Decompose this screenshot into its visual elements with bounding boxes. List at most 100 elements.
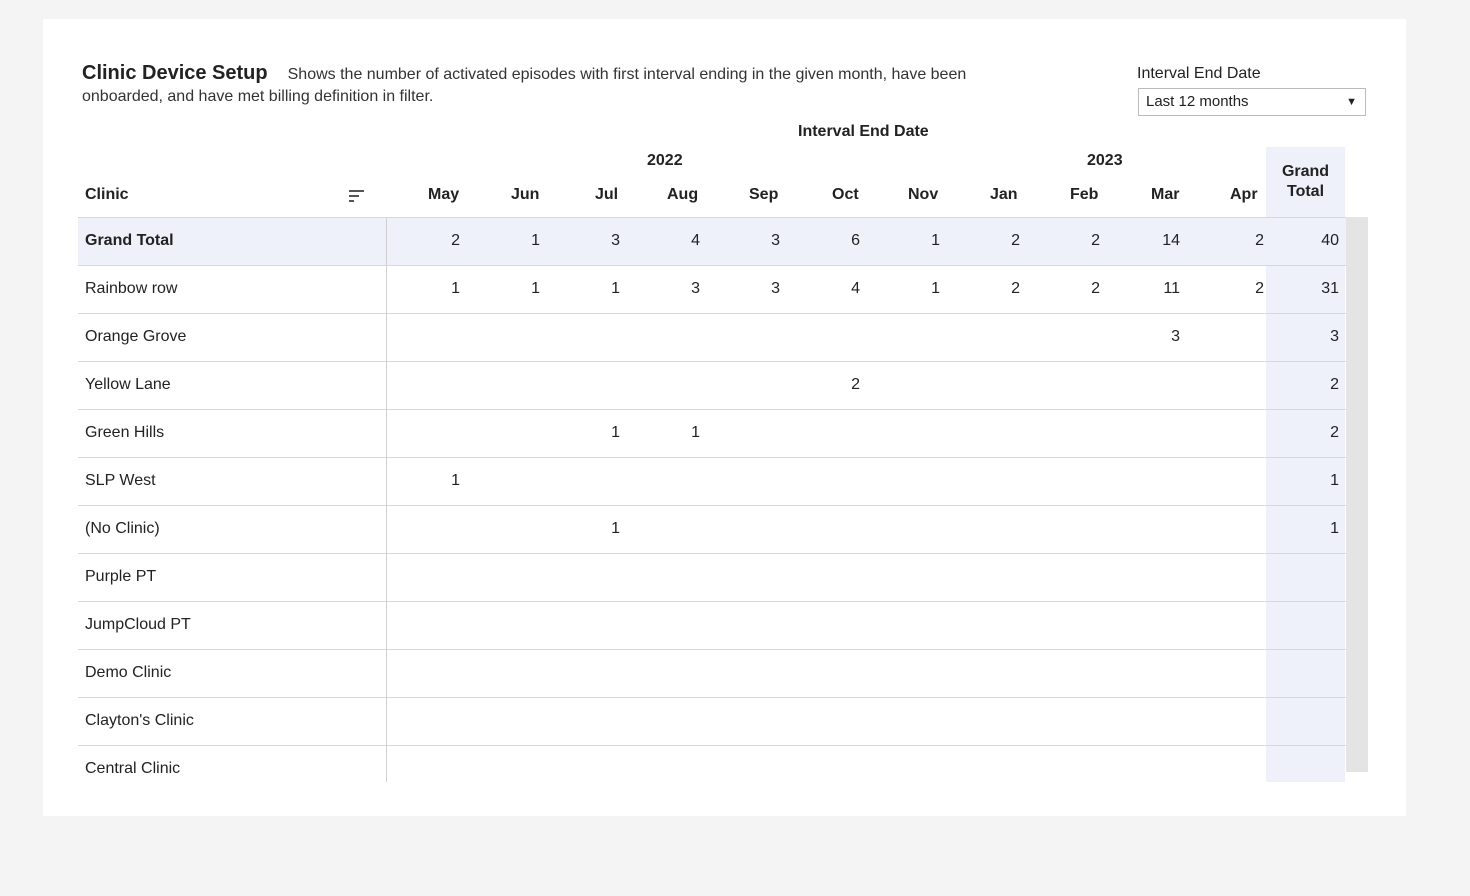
value-cell: 2 (851, 376, 860, 393)
column-divider (386, 506, 387, 554)
value-cell: 14 (1162, 232, 1180, 249)
grand-total-row: Grand Total 2 1 3 4 3 6 1 2 2 14 2 40 (78, 217, 1346, 266)
grand-total-cell-bg (1266, 650, 1345, 698)
value-cell: 3 (691, 280, 700, 297)
month-header-jun: Jun (511, 186, 540, 203)
clinic-name: Purple PT (85, 568, 157, 585)
value-cell: 2 (1091, 280, 1100, 297)
dropdown-value: Last 12 months (1146, 93, 1249, 110)
column-divider (386, 410, 387, 458)
filter-label: Interval End Date (1137, 65, 1261, 82)
month-header-may: May (428, 186, 460, 203)
value-cell: 1 (451, 472, 460, 489)
clinic-name: SLP West (85, 472, 156, 489)
sort-icon[interactable] (349, 189, 365, 205)
value-cell: 2 (1255, 232, 1264, 249)
table-row: Yellow Lane 2 2 (78, 361, 1346, 410)
month-header-oct: Oct (832, 186, 859, 203)
clinic-name: Grand Total (85, 232, 174, 249)
table-row: Green Hills 1 1 2 (78, 409, 1346, 458)
table-row: (No Clinic) 1 1 (78, 505, 1346, 554)
clinic-name: Yellow Lane (85, 376, 171, 393)
table-row: SLP West 1 1 (78, 457, 1346, 506)
clinic-name: Demo Clinic (85, 664, 172, 681)
month-header-jul: Jul (595, 186, 619, 203)
value-cell: 2 (451, 232, 460, 249)
header: Clinic Device Setup Shows the number of a… (82, 62, 982, 108)
value-cell: 3 (771, 280, 780, 297)
value-cell: 1 (611, 520, 620, 537)
grand-total-value: 3 (1330, 328, 1339, 345)
value-cell: 1 (611, 424, 620, 441)
clinic-name: Orange Grove (85, 328, 187, 345)
clinic-name: Rainbow row (85, 280, 178, 297)
grand-total-value: 1 (1330, 472, 1339, 489)
column-divider (386, 266, 387, 314)
column-group-header: Interval End Date (798, 123, 929, 140)
year-header-2022: 2022 (647, 152, 683, 169)
month-header-jan: Jan (990, 186, 1018, 203)
value-cell: 1 (931, 232, 940, 249)
table-row: Rainbow row 1 1 1 3 3 4 1 2 2 11 2 31 (78, 265, 1346, 314)
value-cell: 2 (1011, 232, 1020, 249)
month-header-sep: Sep (749, 186, 779, 203)
grand-total-cell-bg (1266, 554, 1345, 602)
vertical-scrollbar[interactable] (1346, 217, 1368, 772)
value-cell: 2 (1011, 280, 1020, 297)
column-divider (386, 458, 387, 506)
value-cell: 4 (851, 280, 860, 297)
value-cell: 11 (1163, 280, 1180, 297)
column-divider (386, 314, 387, 362)
value-cell: 1 (531, 232, 540, 249)
grand-total-value: 2 (1330, 376, 1339, 393)
clinic-name: Green Hills (85, 424, 165, 441)
grand-total-cell-bg (1266, 602, 1345, 650)
column-divider (386, 746, 387, 782)
value-cell: 1 (611, 280, 620, 297)
table-row: Orange Grove 3 3 (78, 313, 1346, 362)
value-cell: 1 (691, 424, 700, 441)
value-cell: 1 (931, 280, 940, 297)
value-cell: 3 (1171, 328, 1180, 345)
clinic-name: JumpCloud PT (85, 616, 191, 633)
table-row: Clayton's Clinic (78, 697, 1346, 746)
column-divider (386, 218, 387, 266)
grand-total-value: 1 (1330, 520, 1339, 537)
column-divider (386, 362, 387, 410)
month-header-apr: Apr (1230, 186, 1258, 203)
interval-end-date-dropdown[interactable]: Last 12 months ▼ (1138, 88, 1366, 116)
clinic-name: (No Clinic) (85, 520, 160, 537)
grand-total-cell-bg (1266, 698, 1345, 746)
value-cell: 6 (851, 232, 860, 249)
value-cell: 3 (771, 232, 780, 249)
column-divider (386, 554, 387, 602)
table-body[interactable]: Grand Total 2 1 3 4 3 6 1 2 2 14 2 40 Rainbow row 1 1 1 3… (78, 217, 1368, 782)
chevron-down-icon: ▼ (1346, 96, 1357, 108)
month-header-nov: Nov (908, 186, 939, 203)
grand-total-cell-bg (1266, 746, 1345, 782)
grand-total-value: 2 (1330, 424, 1339, 441)
value-cell: 2 (1255, 280, 1264, 297)
month-header-aug: Aug (667, 186, 699, 203)
clinic-name: Central Clinic (85, 760, 181, 777)
table-row: JumpCloud PT (78, 601, 1346, 650)
value-cell: 1 (451, 280, 460, 297)
grand-total-value: 31 (1321, 280, 1339, 297)
month-header-feb: Feb (1070, 186, 1099, 203)
year-header-2023: 2023 (1087, 152, 1123, 169)
clinic-column-header: Clinic (85, 186, 129, 203)
column-divider (386, 602, 387, 650)
column-divider (386, 698, 387, 746)
month-header-mar: Mar (1151, 186, 1180, 203)
table-row: Central Clinic (78, 745, 1346, 782)
table-row: Purple PT (78, 553, 1346, 602)
grand-total-header: Grand Total (1281, 163, 1330, 200)
clinic-name: Clayton's Clinic (85, 712, 194, 729)
column-divider (386, 650, 387, 698)
value-cell: 3 (611, 232, 620, 249)
grand-total-value: 40 (1321, 232, 1339, 249)
value-cell: 1 (531, 280, 540, 297)
value-cell: 2 (1091, 232, 1100, 249)
table-row: Demo Clinic (78, 649, 1346, 698)
page-title: Clinic Device Setup (82, 62, 268, 84)
